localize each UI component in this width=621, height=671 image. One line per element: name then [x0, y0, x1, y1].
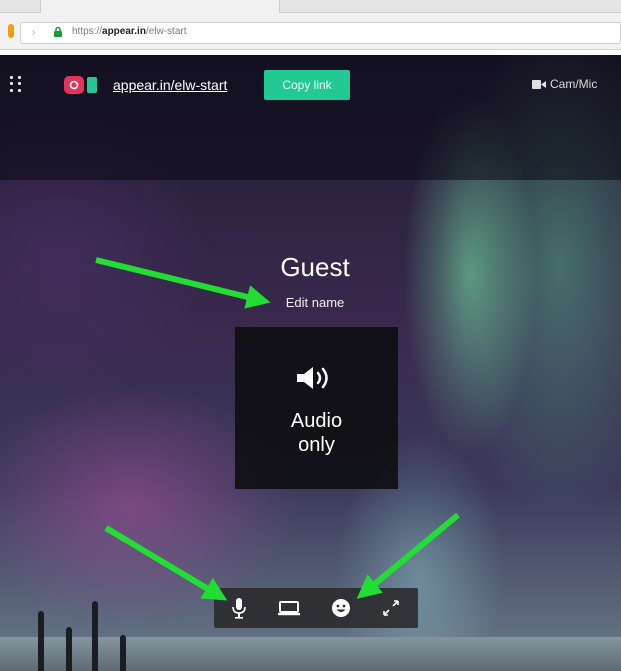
- audio-only-line1: Audio: [290, 410, 343, 432]
- tab-strip: [0, 0, 621, 13]
- edit-name-link[interactable]: Edit name: [235, 295, 395, 310]
- browser-tab[interactable]: [40, 0, 280, 13]
- screen-share-icon: [278, 601, 300, 616]
- screen-share-button[interactable]: [276, 596, 302, 620]
- tree-silhouette: [92, 601, 98, 671]
- tree-silhouette: [120, 635, 126, 671]
- chevron-right-icon: ›: [32, 27, 36, 38]
- call-toolbar: [214, 588, 418, 628]
- reactions-button[interactable]: [328, 596, 354, 620]
- camera-icon[interactable]: [532, 80, 546, 89]
- microphone-icon: [232, 598, 246, 619]
- extension-icon[interactable]: [8, 24, 14, 38]
- audio-only-line2: only: [298, 434, 335, 456]
- lock-icon: [54, 26, 62, 37]
- fullscreen-icon: [383, 600, 399, 616]
- audio-only-tile: Audio only: [235, 327, 398, 489]
- microphone-button[interactable]: [226, 596, 252, 620]
- url-domain: appear.in: [102, 26, 146, 37]
- participant-name: Guest: [280, 252, 350, 282]
- url-text[interactable]: https://appear.in/elw-start: [72, 26, 186, 37]
- room-header: appear.in/elw-start Copy link Cam/Mic: [0, 55, 621, 180]
- tree-silhouette: [38, 611, 44, 671]
- fullscreen-button[interactable]: [378, 596, 404, 620]
- cam-mic-button[interactable]: Cam/Mic: [550, 77, 597, 91]
- url-path: /elw-start: [145, 26, 187, 37]
- menu-icon[interactable]: [10, 76, 22, 92]
- room-link[interactable]: appear.in/elw-start: [113, 77, 227, 93]
- copy-link-button[interactable]: Copy link: [264, 70, 350, 100]
- smiley-icon: [332, 599, 350, 617]
- speaker-icon: [297, 367, 328, 389]
- audio-only-label: Audio only: [235, 409, 398, 457]
- tree-silhouette: [66, 627, 72, 671]
- url-prefix: https://: [72, 26, 103, 37]
- browser-toolbar: › https://appear.in/elw-start: [0, 0, 621, 50]
- video-room: appear.in/elw-start Copy link Cam/Mic Gu…: [0, 55, 621, 671]
- appear-in-logo[interactable]: [64, 74, 100, 96]
